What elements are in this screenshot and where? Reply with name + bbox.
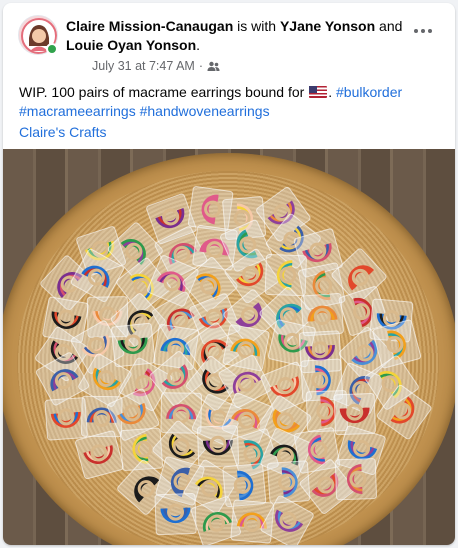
and-text: and <box>375 18 403 34</box>
post-text-main: WIP. 100 pairs of macrame earrings bound… <box>19 84 309 100</box>
post-meta: July 31 at 7:47 AM · <box>92 59 220 73</box>
page-link[interactable]: Claire's Crafts <box>19 124 106 140</box>
hashtag-link[interactable]: #handwovenearrings <box>140 103 270 119</box>
dot-icon <box>428 29 432 33</box>
dot-icon <box>421 29 425 33</box>
meta-separator: · <box>198 59 204 73</box>
more-options-button[interactable] <box>409 21 437 41</box>
post-header: Claire Mission-Canaugan is with YJane Yo… <box>3 3 455 73</box>
period-text: . <box>196 37 201 53</box>
hashtag-link[interactable]: #bulkorder <box>336 84 402 100</box>
tagged-user-2[interactable]: Louie Oyan Yonson <box>66 37 196 53</box>
us-flag-icon <box>309 86 328 98</box>
post-timestamp[interactable]: July 31 at 7:47 AM <box>92 59 195 73</box>
hashtag-link[interactable]: #macrameearrings <box>19 103 136 119</box>
post-text: WIP. 100 pairs of macrame earrings bound… <box>19 84 403 119</box>
earring <box>334 458 377 501</box>
author-line: Claire Mission-Canaugan is with YJane Yo… <box>66 17 406 55</box>
post-photo[interactable] <box>3 149 455 545</box>
tagged-user-1[interactable]: YJane Yonson <box>280 18 375 34</box>
earring <box>154 493 197 536</box>
author-name[interactable]: Claire Mission-Canaugan <box>66 18 233 34</box>
dot-icon <box>414 29 418 33</box>
earrings-pile <box>35 186 432 545</box>
friends-icon[interactable] <box>207 61 220 72</box>
with-text: is with <box>233 18 280 34</box>
earring <box>111 322 156 368</box>
post-card: Claire Mission-Canaugan is with YJane Yo… <box>3 3 455 545</box>
online-status-dot <box>46 43 58 55</box>
